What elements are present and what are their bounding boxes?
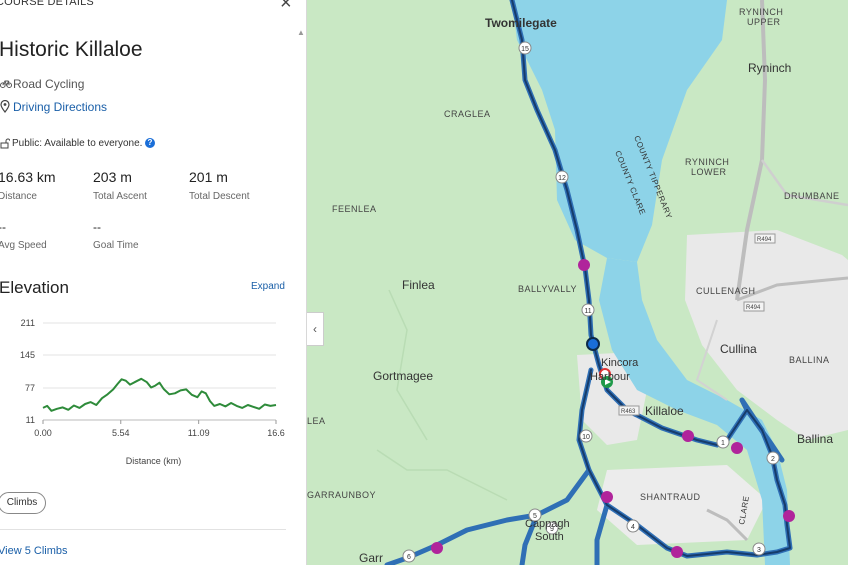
place-label: LOWER (691, 167, 727, 177)
km-marker: 6 (402, 549, 416, 563)
close-icon[interactable]: × (280, 0, 292, 15)
climbs-button[interactable]: Climbs (0, 492, 46, 514)
panel-divider (0, 529, 286, 530)
location-pin-icon (0, 99, 10, 116)
place-label: Cappagh (525, 518, 570, 530)
unlock-icon (0, 138, 11, 152)
place-label: FEENLEA (332, 204, 377, 214)
km-marker: 10 (579, 429, 593, 443)
x-tick-label: 5.54 (112, 428, 130, 438)
svg-text:12: 12 (558, 175, 566, 182)
stat-distance-value: 16.63 km (0, 169, 56, 185)
place-label: South (535, 531, 564, 543)
bicycle-icon (0, 77, 12, 92)
info-poi-icon[interactable] (731, 442, 743, 454)
stat-avg-speed-value: -- (0, 220, 6, 234)
svg-text:1: 1 (721, 440, 725, 447)
place-label: DRUMBANE (784, 191, 840, 201)
place-label: Gortmagee (373, 369, 433, 383)
place-label: SHANTRAUD (640, 492, 701, 502)
elevation-line (42, 377, 277, 412)
place-label: UPPER (747, 17, 781, 27)
stat-ascent-value: 203 m (93, 169, 132, 185)
stat-ascent-label: Total Ascent (93, 191, 147, 202)
svg-text:R463: R463 (621, 409, 636, 415)
place-label: Ballina (797, 432, 833, 446)
svg-text:2: 2 (771, 456, 775, 463)
stream (388, 289, 428, 441)
route-map[interactable]: 15 12 11 10 1 2 3 4 5 6 9 R494 R494 R463… (307, 0, 848, 565)
place-label: RYNINCH (685, 157, 729, 167)
place-label: BALLYVALLY (518, 284, 577, 294)
svg-text:15: 15 (521, 46, 529, 53)
elevation-heading: Elevation (0, 278, 69, 297)
course-details-panel: COURSE DETAILS × ▲ Historic Killaloe Roa… (0, 0, 307, 565)
climb-poi-icon[interactable] (431, 542, 443, 554)
km-marker: 1 (716, 435, 730, 449)
stream-2 (376, 449, 508, 501)
place-label: Cullina (720, 342, 757, 356)
collapse-panel-button[interactable]: ‹ (307, 312, 324, 346)
place-label: CRAGLEA (444, 109, 491, 119)
place-label: CULLENAGH (696, 286, 756, 296)
km-marker: 3 (752, 542, 766, 556)
climb-poi-icon[interactable] (601, 491, 613, 503)
stat-distance-label: Distance (0, 191, 37, 202)
climb-poi-icon[interactable] (671, 546, 683, 558)
info-poi-icon[interactable] (783, 510, 795, 522)
activity-type: Road Cycling (13, 77, 85, 91)
place-label: Twomilegate (485, 16, 557, 30)
y-tick-label: 77 (25, 383, 35, 393)
place-label: Finlea (402, 278, 435, 292)
place-label: Ryninch (748, 61, 791, 75)
stat-goal-time-label: Goal Time (93, 240, 139, 251)
course-title: Historic Killaloe (0, 38, 143, 61)
place-label: BALLINA (789, 355, 830, 365)
x-tick-label: 11.09 (188, 428, 210, 438)
svg-text:11: 11 (584, 308, 591, 315)
km-marker: 12 (555, 170, 569, 184)
stat-descent-value: 201 m (189, 169, 228, 185)
info-poi-icon[interactable] (682, 430, 694, 442)
y-tick-label: 145 (20, 350, 35, 360)
km-marker: 11 (581, 303, 595, 317)
expand-elevation-link[interactable]: Expand (251, 281, 285, 292)
place-label: Kincora (601, 357, 639, 369)
y-tick-label: 11 (26, 415, 35, 425)
visibility-text: Public: Available to everyone. (12, 138, 143, 149)
stat-descent-label: Total Descent (189, 191, 250, 202)
place-label: Killaloe (645, 404, 684, 418)
svg-text:R494: R494 (757, 237, 772, 243)
help-icon[interactable]: ? (145, 138, 155, 148)
km-marker: 4 (626, 519, 640, 533)
driving-directions-link[interactable]: Driving Directions (13, 100, 107, 114)
place-label: RYNINCH (739, 7, 783, 17)
km-marker: 15 (518, 41, 532, 55)
stat-avg-speed-label: Avg Speed (0, 240, 47, 251)
svg-text:6: 6 (407, 554, 411, 561)
place-label: LEA (307, 416, 326, 426)
stat-goal-time-value: -- (93, 220, 101, 234)
place-label: Garr (359, 551, 383, 565)
place-label: GARRAUNBOY (307, 490, 376, 500)
svg-text:3: 3 (757, 547, 761, 554)
road-shield: R463 (618, 405, 640, 416)
current-position-marker[interactable] (586, 337, 600, 351)
info-poi-icon[interactable] (578, 259, 590, 271)
panel-header-label: COURSE DETAILS (0, 0, 94, 8)
svg-text:10: 10 (582, 434, 590, 441)
road-shield: R494 (754, 233, 776, 244)
scroll-up-icon[interactable]: ▲ (297, 28, 305, 37)
svg-text:4: 4 (631, 524, 635, 531)
svg-text:R494: R494 (746, 305, 761, 311)
x-axis-label: Distance (km) (126, 456, 182, 466)
road-shield: R494 (743, 301, 765, 312)
place-label: Harbour (590, 371, 630, 383)
x-tick-label: 0.00 (34, 428, 52, 438)
km-marker: 2 (766, 451, 780, 465)
elevation-chart: 211 145 77 11 0.00 5.54 11.09 16.6 Distance (km) (20, 318, 285, 466)
view-climbs-link[interactable]: View 5 Climbs (0, 545, 68, 557)
y-tick-label: 211 (21, 318, 35, 328)
x-tick-label: 16.6 (267, 428, 285, 438)
